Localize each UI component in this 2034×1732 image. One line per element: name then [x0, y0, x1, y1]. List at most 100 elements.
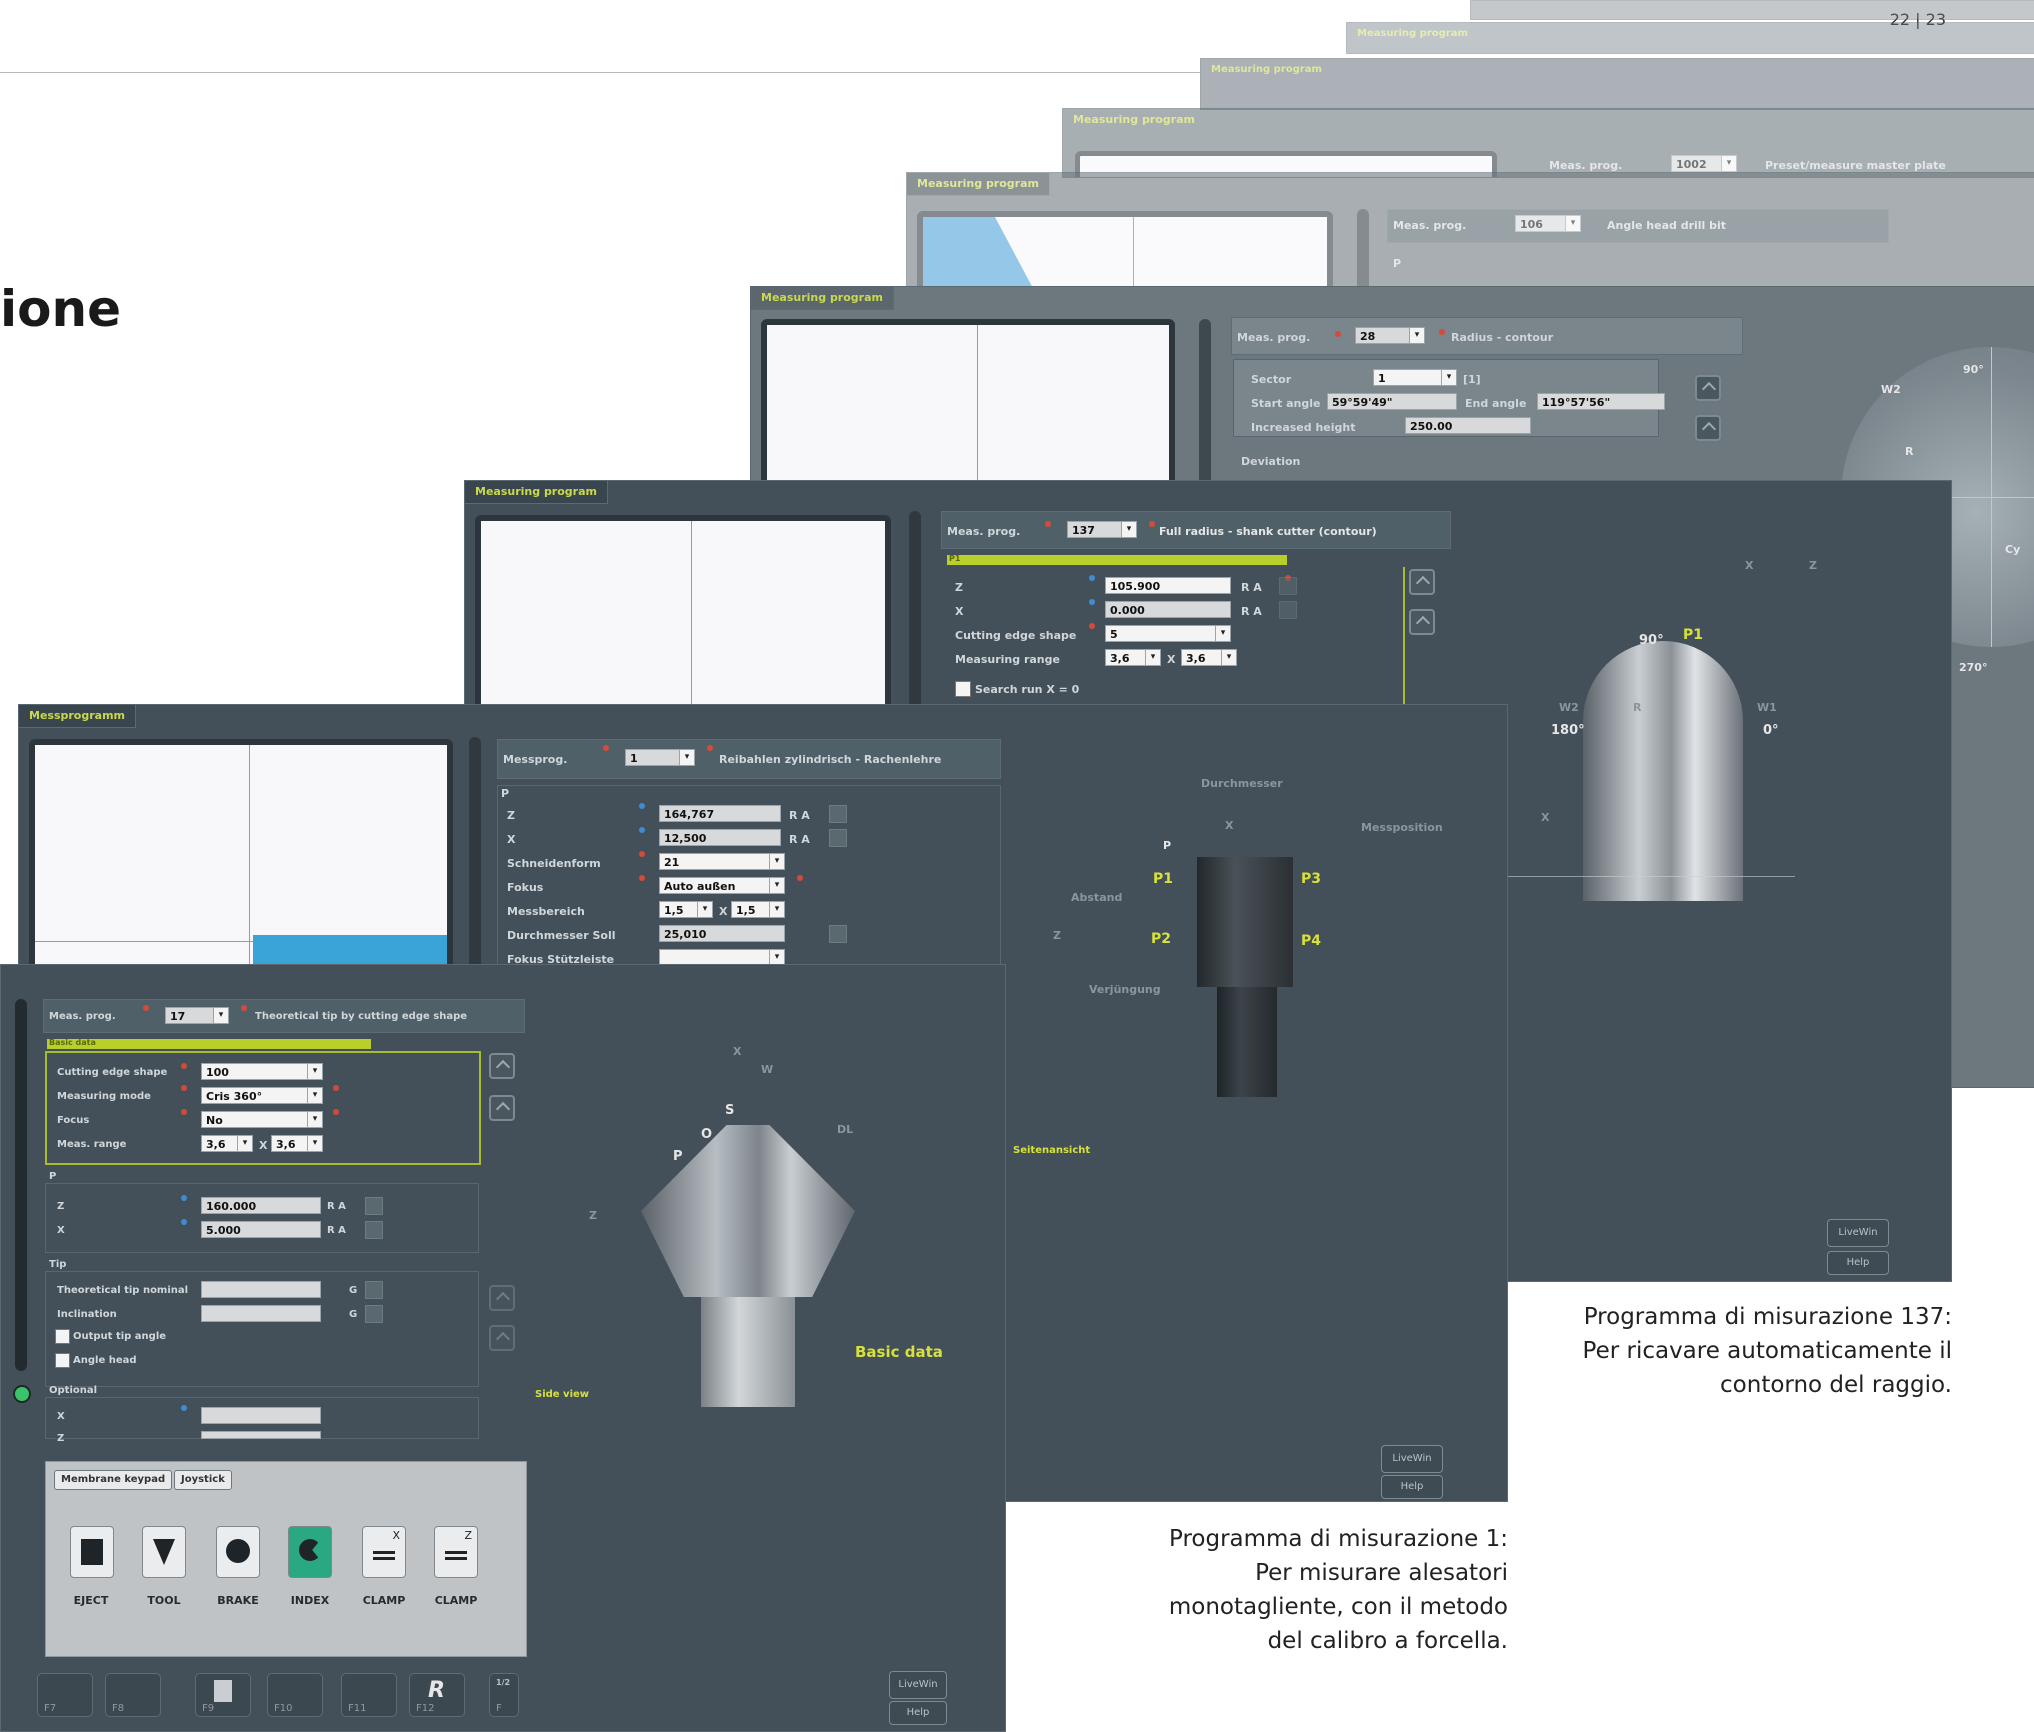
help-button[interactable]: Help — [1827, 1251, 1889, 1275]
up-button[interactable] — [1409, 609, 1435, 635]
index-key[interactable] — [288, 1526, 332, 1578]
p-panel — [45, 1183, 479, 1253]
increased-height-field[interactable]: 250.00 — [1405, 417, 1531, 434]
sector-select[interactable]: 1 — [1373, 369, 1457, 386]
ox-button[interactable] — [365, 1305, 383, 1323]
diagram-verjuengung: Verjüngung — [1089, 983, 1161, 996]
tool-key[interactable] — [142, 1526, 186, 1578]
search-checkbox[interactable] — [955, 681, 971, 697]
angle-head-checkbox[interactable] — [55, 1353, 70, 1368]
x-field[interactable]: 5.000 — [201, 1221, 321, 1238]
brake-key[interactable] — [216, 1526, 260, 1578]
edge-select[interactable]: 21 — [659, 853, 785, 870]
down-button[interactable] — [489, 1325, 515, 1351]
opt-z-field[interactable] — [201, 1431, 321, 1439]
caption-line: Per ricavare automaticamente il — [1582, 1338, 1952, 1364]
prog-select[interactable]: 1 — [625, 749, 695, 766]
x-field[interactable]: 12,500 — [659, 829, 781, 846]
prog-description: Theoretical tip by cutting edge shape — [255, 1011, 468, 1022]
ox-button[interactable] — [365, 1221, 383, 1239]
diagram-180: 180° — [1551, 723, 1585, 738]
end-angle-field[interactable]: 119°57'56" — [1537, 393, 1665, 410]
ox-button[interactable] — [829, 805, 847, 823]
eject-key[interactable] — [70, 1526, 114, 1578]
tab-membrane[interactable]: Membrane keypad — [54, 1470, 173, 1490]
fkey-f8[interactable]: F8 — [105, 1673, 161, 1717]
status-dot — [1149, 521, 1155, 527]
inclination-field[interactable] — [201, 1305, 321, 1322]
p-label: P — [49, 1171, 57, 1182]
status-dot — [181, 1063, 187, 1069]
livewin-button[interactable]: LiveWin — [1381, 1445, 1443, 1473]
x-field[interactable]: 0.000 — [1105, 601, 1231, 618]
livewin-button[interactable]: LiveWin — [1827, 1219, 1889, 1247]
prog-select[interactable]: 137 — [1067, 521, 1137, 538]
range-label: Measuring range — [955, 653, 1060, 666]
focus-select[interactable]: No — [201, 1111, 323, 1128]
tip-nominal-field[interactable] — [201, 1281, 321, 1298]
opt-x-field[interactable] — [201, 1407, 321, 1424]
tab-joystick[interactable]: Joystick — [174, 1470, 232, 1490]
ra-label: R A — [1241, 581, 1262, 594]
fkey-f12[interactable]: F12 R — [409, 1673, 465, 1717]
status-dot — [707, 745, 713, 751]
up-button[interactable] — [489, 1053, 515, 1079]
ox-button[interactable] — [365, 1281, 383, 1299]
clamp-z-key[interactable]: Z — [434, 1526, 478, 1578]
help-button[interactable]: Help — [1381, 1475, 1443, 1499]
ox-button[interactable] — [1279, 577, 1297, 595]
focus-select[interactable]: Auto außen — [659, 877, 785, 894]
basic-data-label: Basic data — [855, 1343, 943, 1361]
caption-line: Per misurare alesatori — [1255, 1560, 1508, 1586]
fkey-f9[interactable]: F9 — [195, 1673, 251, 1717]
range-a-select[interactable]: 3,6 — [1105, 649, 1161, 666]
output-tip-checkbox[interactable] — [55, 1329, 70, 1344]
range-a-select[interactable]: 1,5 — [659, 901, 713, 918]
start-angle-field[interactable]: 59°59'49" — [1327, 393, 1457, 410]
up-button[interactable] — [1695, 415, 1721, 441]
cutting-edge-select[interactable]: 5 — [1105, 625, 1231, 642]
z-field[interactable]: 160.000 — [201, 1197, 321, 1214]
shank-cutter-image — [1583, 641, 1743, 901]
ox-button[interactable] — [1279, 601, 1297, 619]
ox-button[interactable] — [829, 925, 847, 943]
up-button[interactable] — [489, 1285, 515, 1311]
prog-select[interactable]: 1002 — [1671, 155, 1737, 172]
up-button[interactable] — [1695, 375, 1721, 401]
up-button[interactable] — [489, 1095, 515, 1121]
diameter-field[interactable]: 25,010 — [659, 925, 785, 942]
clamp-x-key[interactable]: X — [362, 1526, 406, 1578]
up-button[interactable] — [1409, 569, 1435, 595]
diagram-w: W — [761, 1063, 774, 1076]
diagram-x: X — [1745, 559, 1754, 572]
eject-label: EJECT — [73, 1594, 109, 1607]
range-b-select[interactable]: 3,6 — [271, 1135, 323, 1152]
inclination-label: Inclination — [57, 1309, 117, 1320]
mode-select[interactable]: Cris 360° — [201, 1087, 323, 1104]
clamp-label: CLAMP — [362, 1594, 406, 1607]
separator — [15, 999, 27, 1371]
prog-select[interactable]: 106 — [1515, 215, 1581, 232]
range-a-select[interactable]: 3,6 — [201, 1135, 253, 1152]
edge-select[interactable]: 100 — [201, 1063, 323, 1080]
status-dot — [639, 851, 645, 857]
status-dot — [639, 803, 645, 809]
tool-silhouette — [923, 217, 1043, 293]
z-field[interactable]: 105.900 — [1105, 577, 1231, 594]
ox-button[interactable] — [365, 1197, 383, 1215]
fkey-f[interactable]: F 1/2 — [489, 1673, 519, 1717]
fkey-f7[interactable]: F7 — [37, 1673, 93, 1717]
tip-label: Tip — [49, 1259, 67, 1270]
range-b-select[interactable]: 3,6 — [1181, 649, 1237, 666]
z-field[interactable]: 164,767 — [659, 805, 781, 822]
prog-select[interactable]: 17 — [165, 1007, 229, 1024]
fkey-f10[interactable]: F10 — [267, 1673, 323, 1717]
ox-button[interactable] — [829, 829, 847, 847]
help-button[interactable]: Help — [889, 1701, 947, 1725]
opt-x-label: X — [57, 1411, 65, 1422]
range-b-select[interactable]: 1,5 — [731, 901, 785, 918]
prog-select[interactable]: 28 — [1355, 327, 1425, 344]
livewin-button[interactable]: LiveWin — [889, 1671, 947, 1699]
graph-area — [29, 739, 453, 1001]
fkey-f11[interactable]: F11 — [341, 1673, 397, 1717]
